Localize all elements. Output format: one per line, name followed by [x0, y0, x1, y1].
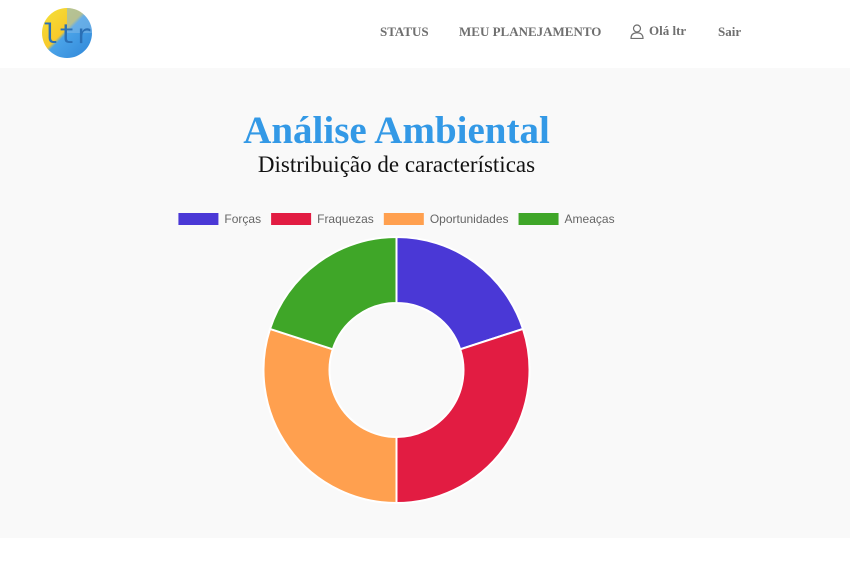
nav-user-menu[interactable]: Olá ltr: [630, 23, 686, 39]
user-icon: [630, 23, 644, 39]
user-greeting: Olá ltr: [649, 23, 687, 38]
nav-planning-link[interactable]: MEU PLANEJAMENTO: [459, 24, 601, 40]
logo[interactable]: ltr: [41, 8, 93, 58]
doughnut-chart: Forças Fraquezas Oportunidades Ameaças: [178, 212, 615, 505]
legend-swatch-ameacas[interactable]: [518, 213, 559, 225]
legend-swatch-forcas[interactable]: [178, 213, 219, 225]
legend-label-fraquezas[interactable]: Fraquezas: [317, 212, 374, 226]
legend-swatch-fraquezas[interactable]: [271, 213, 312, 225]
slice-oportunidades[interactable]: [262, 327, 398, 505]
main-content: Análise Ambiental Distribuição de caract…: [0, 68, 850, 538]
legend-swatch-oportunidades[interactable]: [383, 213, 424, 225]
logout-link[interactable]: Sair: [718, 24, 741, 40]
legend-label-forcas[interactable]: Forças: [224, 212, 261, 226]
slice-fraquezas[interactable]: [395, 327, 531, 505]
legend-label-oportunidades[interactable]: Oportunidades: [430, 212, 509, 226]
logo-text: ltr: [43, 19, 92, 50]
navbar: ltr STATUS MEU PLANEJAMENTO Olá ltr Sair: [0, 0, 850, 68]
legend-label-ameacas[interactable]: Ameaças: [565, 212, 615, 226]
slice-ameacas[interactable]: [268, 235, 398, 351]
nav-status-link[interactable]: STATUS: [380, 24, 429, 40]
slice-forcas[interactable]: [395, 235, 525, 351]
